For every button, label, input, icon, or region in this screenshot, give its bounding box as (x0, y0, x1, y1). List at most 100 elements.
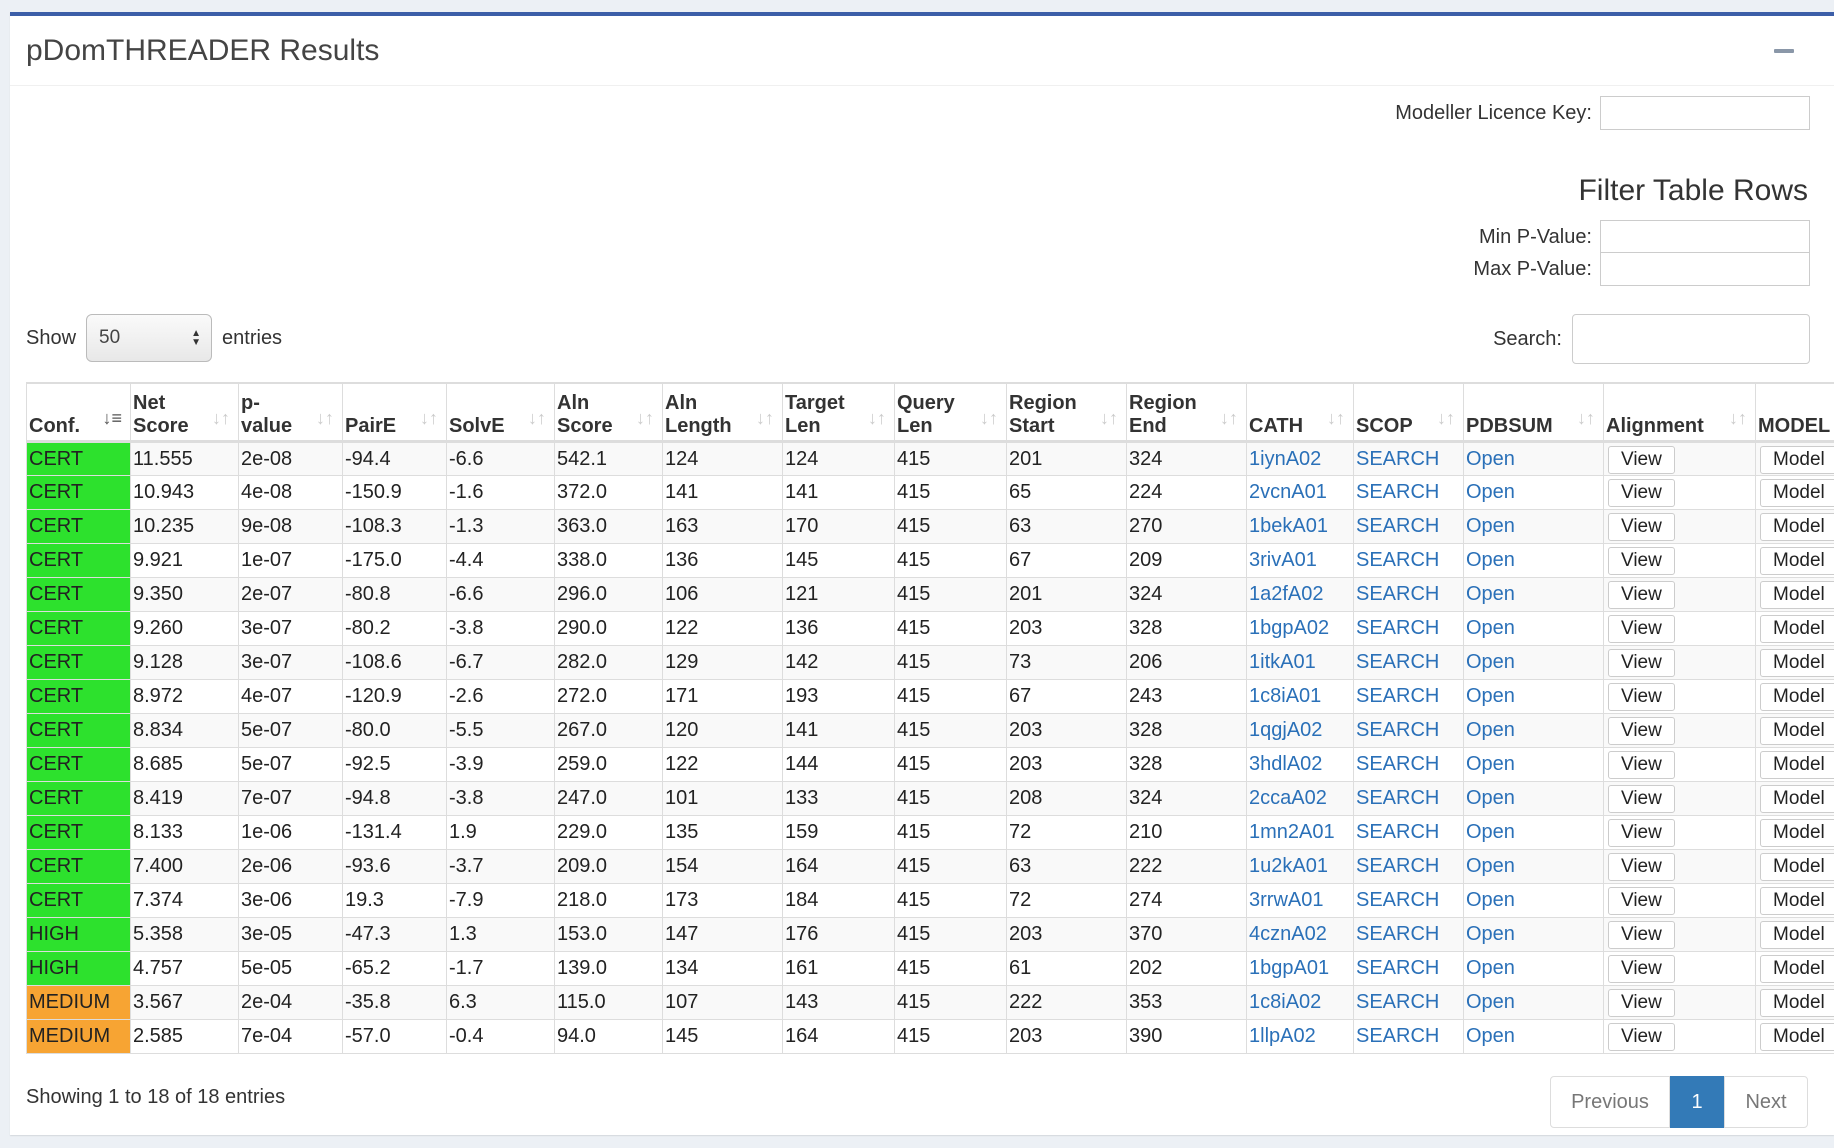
view-alignment-button[interactable]: View (1608, 887, 1675, 915)
scop-search-link[interactable]: SEARCH (1356, 448, 1439, 470)
column-header-2[interactable]: p-value ↓↑ (238, 382, 343, 443)
column-header-0[interactable]: Conf. ↓≡ (26, 382, 131, 443)
view-alignment-button[interactable]: View (1608, 445, 1675, 474)
scop-search-link[interactable]: SEARCH (1356, 583, 1439, 605)
pdbsum-open-link[interactable]: Open (1466, 583, 1515, 605)
view-alignment-button[interactable]: View (1608, 649, 1675, 677)
cath-link[interactable]: 1bekA01 (1249, 515, 1328, 537)
column-header-8[interactable]: Query Len ↓↑ (894, 382, 1007, 443)
column-header-12[interactable]: SCOP ↓↑ (1353, 382, 1464, 443)
view-alignment-button[interactable]: View (1608, 717, 1675, 745)
pdbsum-open-link[interactable]: Open (1466, 685, 1515, 707)
next-button[interactable]: Next (1724, 1076, 1808, 1128)
cath-link[interactable]: 1qgjA02 (1249, 719, 1322, 741)
model-button[interactable]: Model (1760, 751, 1834, 779)
column-header-1[interactable]: Net Score ↓↑ (130, 382, 239, 443)
model-button[interactable]: Model (1760, 717, 1834, 745)
column-header-10[interactable]: Region End ↓↑ (1126, 382, 1247, 443)
column-header-6[interactable]: Aln Length ↓↑ (662, 382, 783, 443)
column-header-13[interactable]: PDBSUM ↓↑ (1463, 382, 1604, 443)
pdbsum-open-link[interactable]: Open (1466, 855, 1515, 877)
model-button[interactable]: Model (1760, 785, 1834, 813)
scop-search-link[interactable]: SEARCH (1356, 957, 1439, 979)
cath-link[interactable]: 1bgpA02 (1249, 617, 1329, 639)
view-alignment-button[interactable]: View (1608, 513, 1675, 541)
model-button[interactable]: Model (1760, 853, 1834, 881)
model-button[interactable]: Model (1760, 581, 1834, 609)
model-button[interactable]: Model (1760, 615, 1834, 643)
modeller-key-input[interactable] (1600, 96, 1810, 130)
scop-search-link[interactable]: SEARCH (1356, 821, 1439, 843)
cath-link[interactable]: 1iynA02 (1249, 448, 1321, 470)
view-alignment-button[interactable]: View (1608, 921, 1675, 949)
view-alignment-button[interactable]: View (1608, 581, 1675, 609)
view-alignment-button[interactable]: View (1608, 479, 1675, 507)
pdbsum-open-link[interactable]: Open (1466, 481, 1515, 503)
pdbsum-open-link[interactable]: Open (1466, 991, 1515, 1013)
column-header-4[interactable]: SolvE ↓↑ (446, 382, 555, 443)
cath-link[interactable]: 2ccaA02 (1249, 787, 1327, 809)
pdbsum-open-link[interactable]: Open (1466, 787, 1515, 809)
pdbsum-open-link[interactable]: Open (1466, 515, 1515, 537)
column-header-3[interactable]: PairE ↓↑ (342, 382, 447, 443)
column-header-11[interactable]: CATH ↓↑ (1246, 382, 1354, 443)
search-input[interactable] (1572, 314, 1810, 364)
pdbsum-open-link[interactable]: Open (1466, 923, 1515, 945)
model-button[interactable]: Model (1760, 887, 1834, 915)
column-header-15[interactable]: MODEL (1755, 382, 1834, 443)
cath-link[interactable]: 2vcnA01 (1249, 481, 1327, 503)
view-alignment-button[interactable]: View (1608, 547, 1675, 575)
model-button[interactable]: Model (1760, 955, 1834, 983)
pdbsum-open-link[interactable]: Open (1466, 957, 1515, 979)
pdbsum-open-link[interactable]: Open (1466, 889, 1515, 911)
collapse-icon[interactable] (1774, 48, 1794, 53)
scop-search-link[interactable]: SEARCH (1356, 617, 1439, 639)
view-alignment-button[interactable]: View (1608, 683, 1675, 711)
view-alignment-button[interactable]: View (1608, 989, 1675, 1017)
view-alignment-button[interactable]: View (1608, 955, 1675, 983)
model-button[interactable]: Model (1760, 547, 1834, 575)
pdbsum-open-link[interactable]: Open (1466, 719, 1515, 741)
pdbsum-open-link[interactable]: Open (1466, 651, 1515, 673)
view-alignment-button[interactable]: View (1608, 819, 1675, 847)
view-alignment-button[interactable]: View (1608, 853, 1675, 881)
model-button[interactable]: Model (1760, 683, 1834, 711)
cath-link[interactable]: 1bgpA01 (1249, 957, 1329, 979)
cath-link[interactable]: 1llpA02 (1249, 1025, 1316, 1047)
max-pvalue-input[interactable] (1600, 252, 1810, 286)
column-header-7[interactable]: Target Len ↓↑ (782, 382, 895, 443)
cath-link[interactable]: 1itkA01 (1249, 651, 1316, 673)
column-header-9[interactable]: Region Start ↓↑ (1006, 382, 1127, 443)
cath-link[interactable]: 4cznA02 (1249, 923, 1327, 945)
cath-link[interactable]: 1u2kA01 (1249, 855, 1328, 877)
cath-link[interactable]: 1c8iA01 (1249, 685, 1321, 707)
view-alignment-button[interactable]: View (1608, 751, 1675, 779)
entries-select[interactable]: 50 ▲ ▼ (86, 314, 213, 362)
cath-link[interactable]: 3hdlA02 (1249, 753, 1322, 775)
previous-button[interactable]: Previous (1550, 1076, 1670, 1128)
scop-search-link[interactable]: SEARCH (1356, 1025, 1439, 1047)
pdbsum-open-link[interactable]: Open (1466, 753, 1515, 775)
model-button[interactable]: Model (1760, 819, 1834, 847)
scop-search-link[interactable]: SEARCH (1356, 651, 1439, 673)
pdbsum-open-link[interactable]: Open (1466, 821, 1515, 843)
model-button[interactable]: Model (1760, 989, 1834, 1017)
pdbsum-open-link[interactable]: Open (1466, 1025, 1515, 1047)
cath-link[interactable]: 3rrwA01 (1249, 889, 1323, 911)
view-alignment-button[interactable]: View (1608, 1023, 1675, 1051)
pdbsum-open-link[interactable]: Open (1466, 617, 1515, 639)
scop-search-link[interactable]: SEARCH (1356, 685, 1439, 707)
column-header-14[interactable]: Alignment ↓↑ (1603, 382, 1756, 443)
pdbsum-open-link[interactable]: Open (1466, 448, 1515, 470)
view-alignment-button[interactable]: View (1608, 785, 1675, 813)
model-button[interactable]: Model (1760, 445, 1834, 474)
scop-search-link[interactable]: SEARCH (1356, 787, 1439, 809)
scop-search-link[interactable]: SEARCH (1356, 481, 1439, 503)
min-pvalue-input[interactable] (1600, 220, 1810, 254)
column-header-5[interactable]: Aln Score ↓↑ (554, 382, 663, 443)
scop-search-link[interactable]: SEARCH (1356, 549, 1439, 571)
model-button[interactable]: Model (1760, 1023, 1834, 1051)
page-1-button[interactable]: 1 (1670, 1076, 1724, 1128)
cath-link[interactable]: 1c8iA02 (1249, 991, 1321, 1013)
model-button[interactable]: Model (1760, 513, 1834, 541)
